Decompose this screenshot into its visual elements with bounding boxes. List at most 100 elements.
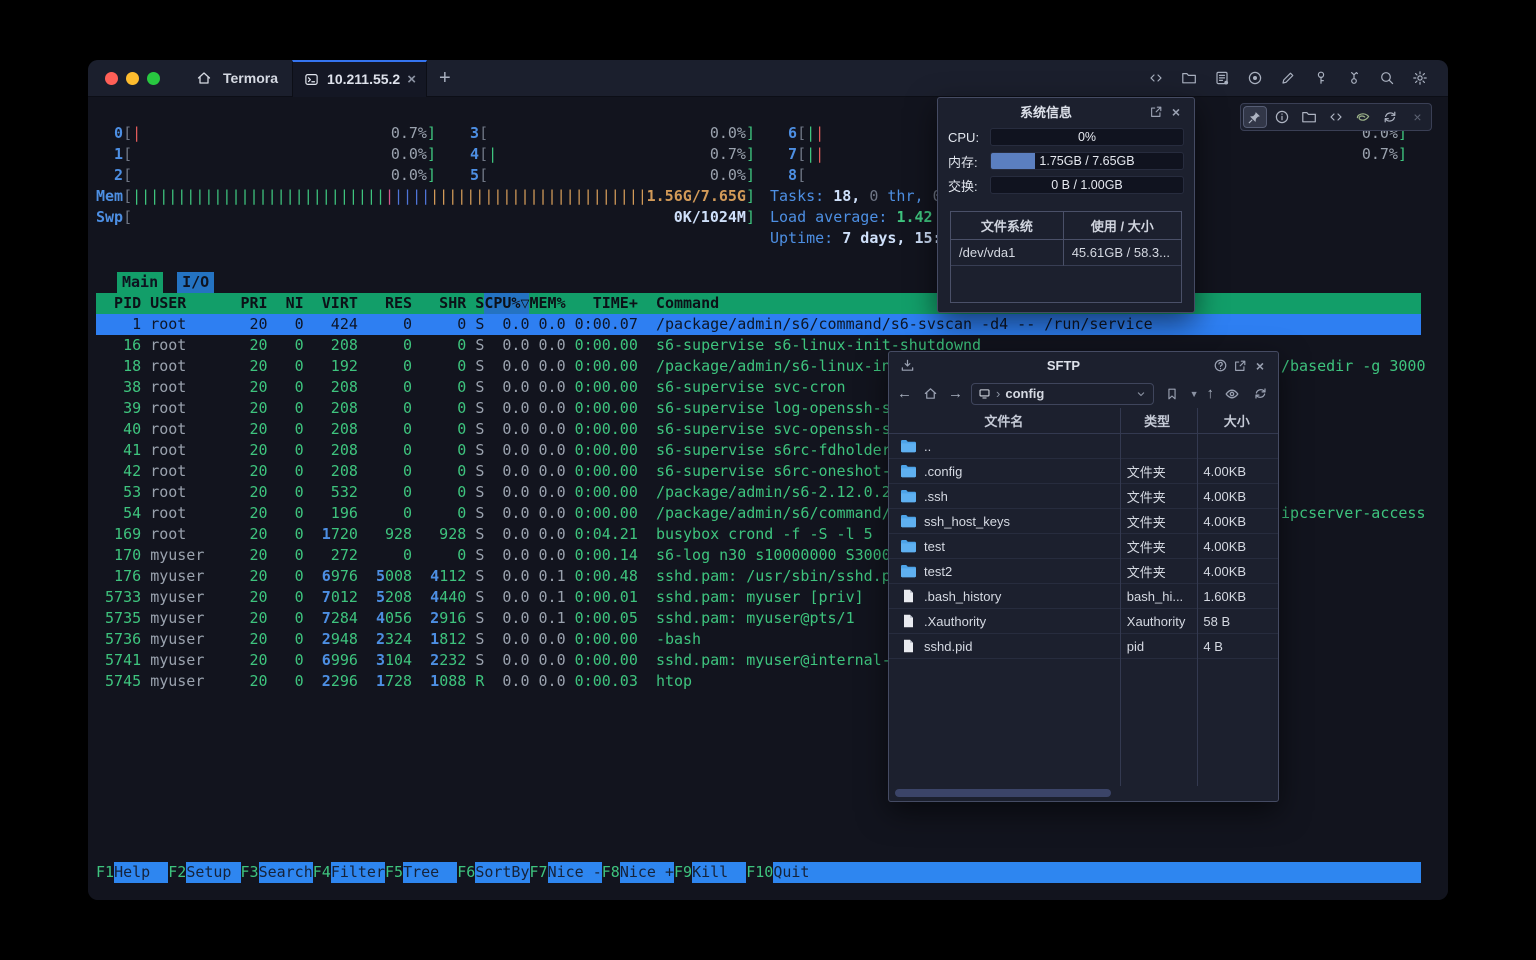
log-icon[interactable] — [1210, 66, 1234, 90]
folder-icon — [900, 539, 917, 553]
fn-key[interactable]: F5 — [385, 862, 403, 883]
htop-tabs: Main I/O — [117, 272, 214, 293]
fn-key-label[interactable]: Search — [259, 862, 313, 883]
file-icon — [900, 589, 917, 603]
pin-icon[interactable] — [1243, 106, 1267, 128]
folder-icon — [900, 514, 917, 528]
code-icon[interactable] — [1324, 106, 1348, 128]
fn-key-label[interactable]: Tree — [403, 862, 457, 883]
close-icon[interactable]: × — [1405, 106, 1429, 128]
bookmark-caret-icon[interactable]: ▼ — [1190, 389, 1199, 399]
fn-key[interactable]: F7 — [530, 862, 548, 883]
file-name: ssh_host_keys — [924, 514, 1010, 529]
fn-key-label[interactable]: Help — [114, 862, 168, 883]
sftp-file-row[interactable]: ssh_host_keys 文件夹4.00KB — [889, 509, 1278, 534]
nvidia-icon[interactable] — [1351, 106, 1375, 128]
meter-value: 0 B / 1.00GB — [991, 177, 1183, 193]
open-in-window-icon[interactable] — [1230, 356, 1250, 376]
fn-key[interactable]: F10 — [746, 862, 773, 883]
file-type: pid — [1119, 639, 1196, 654]
cpu-meter-2: 2[0.0%] — [96, 165, 436, 186]
info-icon[interactable] — [1270, 106, 1294, 128]
tab-home[interactable]: Termora — [178, 60, 292, 97]
meter-label: 交换: — [948, 176, 990, 195]
key-icon[interactable] — [1309, 66, 1333, 90]
tab-ssh-session[interactable]: 10.211.55.2 × — [292, 60, 427, 97]
sftp-file-row[interactable]: test2文件夹4.00KB — [889, 559, 1278, 584]
home-icon[interactable] — [920, 384, 940, 404]
refresh-icon[interactable] — [1250, 384, 1270, 404]
htop-tab-main[interactable]: Main — [117, 272, 163, 293]
sftp-file-row[interactable]: .config文件夹4.00KB — [889, 459, 1278, 484]
sftp-file-row[interactable]: .. — [889, 434, 1278, 459]
up-directory-icon[interactable]: ↑ — [1207, 385, 1215, 402]
close-tab-icon[interactable]: × — [407, 71, 416, 88]
bookmark-icon[interactable] — [1162, 384, 1182, 404]
forward-icon[interactable]: → — [948, 385, 963, 402]
traffic-lights — [88, 72, 178, 85]
fn-key[interactable]: F6 — [457, 862, 475, 883]
process-row[interactable]: 1 root 20 0 424 0 0 S 0.0 0.0 0:00.07 /p… — [96, 314, 1421, 335]
fn-key[interactable]: F4 — [313, 862, 331, 883]
file-size: 58 B — [1195, 614, 1278, 629]
floating-tool-strip: × — [1240, 103, 1432, 131]
meter-value: 0% — [991, 129, 1183, 145]
sftp-file-row[interactable]: .XauthorityXauthority58 B — [889, 609, 1278, 634]
keychain-icon[interactable] — [1342, 66, 1366, 90]
file-size: 4.00KB — [1195, 514, 1278, 529]
file-name: test — [924, 539, 945, 554]
chevron-down-icon[interactable] — [1135, 388, 1147, 400]
horizontal-scrollbar[interactable] — [895, 789, 1111, 797]
sftp-file-row[interactable]: test文件夹4.00KB — [889, 534, 1278, 559]
folder-icon[interactable] — [1297, 106, 1321, 128]
new-tab-button[interactable]: + — [427, 67, 463, 90]
path-combobox[interactable]: › config — [971, 383, 1154, 405]
record-icon[interactable] — [1243, 66, 1267, 90]
htop-function-bar: F1Help F2Setup F3SearchF4FilterF5Tree F6… — [96, 862, 1421, 883]
sftp-file-row[interactable]: .ssh文件夹4.00KB — [889, 484, 1278, 509]
code-icon[interactable] — [1144, 66, 1168, 90]
fn-key-label[interactable]: SortBy — [475, 862, 529, 883]
search-icon[interactable] — [1375, 66, 1399, 90]
fs-column-header: 文件系统 — [951, 212, 1064, 240]
app-window: Termora 10.211.55.2 × + 0[|0.7%] 1[0.0%]… — [88, 60, 1448, 900]
close-panel-icon[interactable]: × — [1250, 356, 1270, 376]
fn-key-label[interactable]: Nice - — [548, 862, 602, 883]
folder-icon[interactable] — [1177, 66, 1201, 90]
path-segment: config — [1005, 386, 1044, 401]
zoom-window-button[interactable] — [147, 72, 160, 85]
fn-key-label[interactable]: Setup — [186, 862, 240, 883]
sort-column-cpu[interactable]: CPU%▽ — [484, 293, 529, 314]
close-window-button[interactable] — [105, 72, 118, 85]
fn-key-label[interactable]: Quit — [773, 862, 827, 883]
fn-key-label[interactable]: Nice + — [620, 862, 674, 883]
settings-icon[interactable] — [1408, 66, 1432, 90]
filesystem-table: 文件系统 使用 / 大小 /dev/vda1 45.61GB / 58.3... — [950, 211, 1182, 303]
open-in-window-icon[interactable] — [1146, 102, 1166, 122]
file-size: 4.00KB — [1195, 464, 1278, 479]
cpu-meter-5: 5[0.0%] — [452, 165, 755, 186]
download-icon[interactable] — [897, 356, 917, 376]
system-meters: CPU:0%内存:1.75GB / 7.65GB交换:0 B / 1.00GB — [938, 125, 1194, 197]
htop-tab-io[interactable]: I/O — [177, 272, 214, 293]
file-size: 4.00KB — [1195, 539, 1278, 554]
back-icon[interactable]: ← — [897, 385, 912, 402]
fn-key[interactable]: F8 — [602, 862, 620, 883]
fn-key[interactable]: F1 — [96, 862, 114, 883]
eye-icon[interactable] — [1222, 384, 1242, 404]
refresh-icon[interactable] — [1378, 106, 1402, 128]
meter-label: 内存: — [948, 152, 990, 171]
fn-key[interactable]: F3 — [241, 862, 259, 883]
fn-key-label[interactable]: Kill — [692, 862, 746, 883]
sftp-file-row[interactable]: sshd.pidpid4 B — [889, 634, 1278, 659]
edit-icon[interactable] — [1276, 66, 1300, 90]
sftp-file-row[interactable]: .bash_historybash_hi...1.60KB — [889, 584, 1278, 609]
close-panel-icon[interactable]: × — [1166, 102, 1186, 122]
fn-key[interactable]: F9 — [674, 862, 692, 883]
minimize-window-button[interactable] — [126, 72, 139, 85]
help-icon[interactable] — [1210, 356, 1230, 376]
file-type: Xauthority — [1119, 614, 1196, 629]
fn-key[interactable]: F2 — [168, 862, 186, 883]
file-type: 文件夹 — [1119, 512, 1196, 531]
fn-key-label[interactable]: Filter — [331, 862, 385, 883]
